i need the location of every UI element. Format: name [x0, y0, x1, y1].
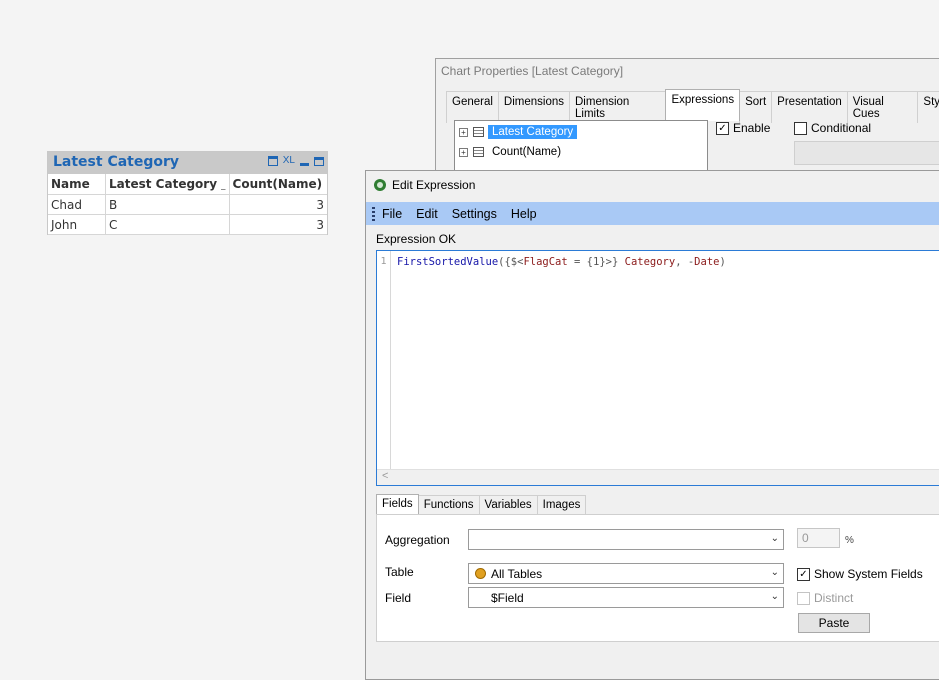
show-system-fields-label: Show System Fields [814, 567, 923, 581]
table-dot-icon [475, 568, 486, 579]
menu-help[interactable]: Help [504, 207, 544, 221]
tab-dimensions[interactable]: Dimensions [497, 91, 570, 123]
conditional-label: Conditional [811, 121, 872, 135]
qlikview-logo-icon [374, 179, 386, 191]
maximize-icon[interactable] [314, 156, 324, 166]
menu-bar: File Edit Settings Help [366, 202, 939, 225]
code-field: FlagCat [523, 256, 568, 268]
enable-checkbox[interactable]: ✓ Enable [716, 121, 770, 135]
column-header-label: Latest Category [109, 177, 218, 191]
aggregation-label: Aggregation [385, 533, 450, 547]
conditional-expression-field [794, 141, 939, 165]
table-label: Table [385, 565, 414, 579]
edit-expression-window[interactable]: Edit Expression File Edit Settings Help … [365, 170, 939, 680]
tab-images[interactable]: Images [536, 495, 587, 515]
tab-variables[interactable]: Variables [478, 495, 538, 515]
xl-icon[interactable]: XL [283, 155, 295, 167]
properties-tabs: General Dimensions Dimension Limits Expr… [446, 89, 939, 123]
tree-item-label[interactable]: Count(Name) [488, 145, 565, 159]
fields-panel: Aggregation ⌄ 0 % Table All Tables ⌄ ✓ S… [376, 514, 939, 642]
checkmark-icon: ✓ [716, 121, 729, 135]
column-header-count[interactable]: Count(Name) [229, 174, 327, 195]
cell-name[interactable]: John [48, 214, 106, 235]
expand-icon[interactable]: + [459, 127, 468, 137]
expression-editor[interactable]: 1 FirstSortedValue({$<FlagCat = {1}>} Ca… [376, 250, 939, 486]
scroll-left-icon[interactable]: < [382, 470, 388, 482]
distinct-checkbox[interactable]: Distinct [797, 591, 853, 605]
tab-functions[interactable]: Functions [417, 495, 480, 515]
tree-item-label[interactable]: Latest Category [488, 125, 578, 139]
table-icon [473, 147, 484, 157]
chevron-down-icon: ⌄ [770, 567, 779, 578]
menu-file[interactable]: File [375, 207, 409, 221]
table-value: All Tables [491, 566, 543, 581]
checkbox-box [797, 591, 810, 605]
tab-general[interactable]: General [446, 91, 499, 123]
helper-tabs: Fields Functions Variables Images [376, 494, 587, 515]
line-number: 1 [377, 251, 391, 469]
aggregation-select[interactable]: ⌄ [468, 529, 784, 550]
column-header-name[interactable]: Name [48, 174, 106, 195]
percent-sign: % [845, 535, 854, 546]
cell-latest-category[interactable]: C [105, 214, 230, 235]
straight-table: Name Latest Category _ Count(Name) Chad B… [48, 174, 327, 235]
tab-fields[interactable]: Fields [376, 494, 419, 514]
code-punct: , - [675, 256, 695, 268]
field-value: $Field [491, 590, 524, 605]
menu-edit[interactable]: Edit [409, 207, 445, 221]
table-title: Latest Category [53, 154, 180, 170]
field-label: Field [385, 591, 412, 605]
window-titlebar: Edit Expression [374, 178, 475, 192]
column-header-latest-category[interactable]: Latest Category _ [105, 174, 230, 195]
code-field: Category [624, 256, 676, 268]
enable-label: Enable [733, 121, 771, 135]
table-row: Chad B 3 [48, 194, 327, 215]
table-box-latest-category[interactable]: Latest Category XL Name Latest Category _… [47, 151, 328, 235]
table-select[interactable]: All Tables ⌄ [468, 563, 784, 584]
tab-expressions[interactable]: Expressions [665, 89, 741, 121]
print-icon[interactable] [267, 156, 278, 166]
table-caption[interactable]: Latest Category XL [48, 152, 327, 174]
chevron-down-icon: ⌄ [770, 533, 779, 544]
code-punct: = {1}>} [567, 256, 625, 268]
code-punct: ) [719, 256, 726, 268]
conditional-checkbox[interactable]: Conditional [794, 121, 871, 135]
tree-item[interactable]: + Count(Name) [459, 143, 565, 161]
show-system-fields-checkbox[interactable]: ✓ Show System Fields [797, 567, 923, 581]
table-row: John C 3 [48, 214, 327, 235]
window-title: Chart Properties [Latest Category] [441, 64, 624, 78]
cell-name[interactable]: Chad [48, 194, 106, 215]
field-select[interactable]: $Field ⌄ [468, 587, 784, 608]
tab-style[interactable]: Style [917, 91, 939, 123]
cell-count: 3 [229, 214, 327, 235]
window-title: Edit Expression [392, 178, 476, 192]
table-header-row: Name Latest Category _ Count(Name) [48, 174, 327, 195]
menu-settings[interactable]: Settings [445, 207, 504, 221]
table-icon [473, 127, 484, 137]
distinct-label: Distinct [814, 591, 854, 605]
minimize-icon[interactable] [300, 162, 309, 166]
chevron-down-icon: ⌄ [770, 591, 779, 602]
code-punct: ({$< [498, 256, 524, 268]
paste-button[interactable]: Paste [798, 613, 870, 633]
horizontal-scrollbar[interactable]: < [377, 469, 939, 485]
sort-indicator-icon: _ [221, 181, 226, 191]
tab-visual-cues[interactable]: Visual Cues [846, 91, 919, 123]
code-field: Date [694, 256, 720, 268]
expand-icon[interactable]: + [459, 147, 468, 157]
percent-input[interactable]: 0 [797, 528, 840, 548]
tab-dimension-limits[interactable]: Dimension Limits [569, 91, 667, 123]
expression-status: Expression OK [376, 232, 457, 246]
checkbox-box [794, 121, 807, 135]
tab-sort[interactable]: Sort [739, 91, 773, 123]
checkmark-icon: ✓ [797, 567, 810, 581]
tab-presentation[interactable]: Presentation [771, 91, 848, 123]
caption-icons: XL [267, 155, 324, 167]
cell-count: 3 [229, 194, 327, 215]
expression-code[interactable]: FirstSortedValue({$<FlagCat = {1}>} Cate… [397, 256, 726, 268]
code-function: FirstSortedValue [397, 256, 499, 268]
tree-item[interactable]: + Latest Category [459, 123, 578, 141]
cell-latest-category[interactable]: B [105, 194, 230, 215]
